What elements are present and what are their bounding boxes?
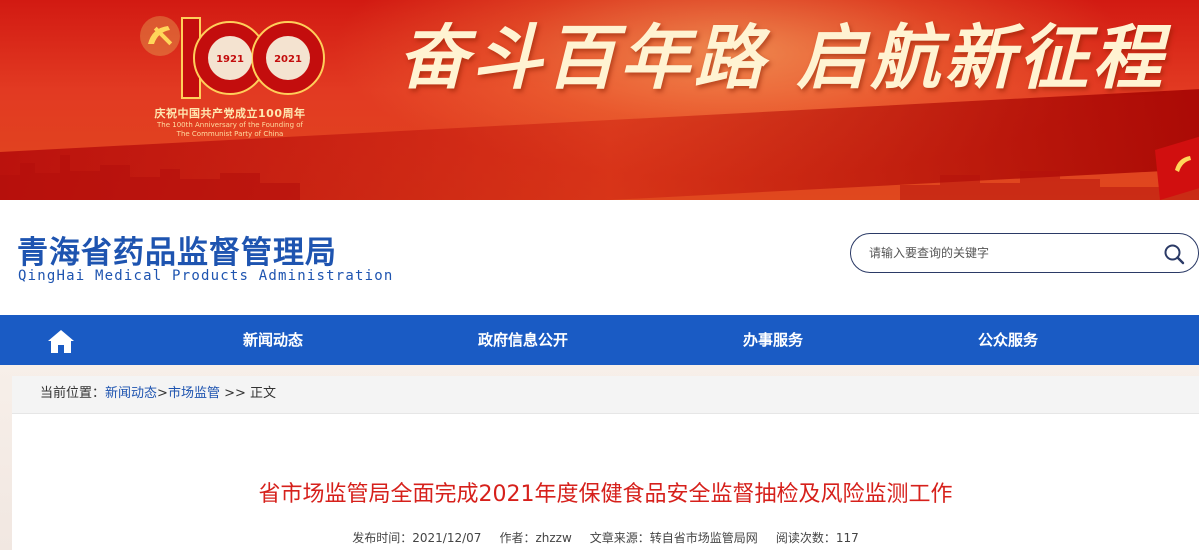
- site-title[interactable]: 青海省药品监督管理局: [17, 227, 337, 272]
- nav-item-services[interactable]: 办事服务: [743, 315, 803, 365]
- meta-author-label: 作者：: [499, 531, 536, 545]
- banner-slogan: 奋斗百年路 启航新征程: [398, 16, 1167, 99]
- meta-views: 117: [835, 531, 859, 545]
- meta-source: 转自省市场监管局网: [649, 531, 758, 545]
- meta-author: zhzzw: [535, 531, 572, 545]
- site-subtitle: QingHai Medical Products Administration: [18, 268, 394, 284]
- meta-source-label: 文章来源：: [589, 531, 650, 545]
- meta-views-label: 阅读次数：: [775, 531, 836, 545]
- hammer-sickle-icon: [140, 16, 180, 56]
- breadcrumb-link-news[interactable]: 新闻动态: [105, 386, 157, 401]
- meta-date: 2021/12/07: [412, 531, 482, 545]
- site-header: 青海省药品监督管理局 QingHai Medical Products Admi…: [0, 200, 1199, 315]
- breadcrumb-prefix: 当前位置：: [40, 386, 106, 401]
- party-flag-icon: [1155, 136, 1199, 200]
- search-icon[interactable]: [1162, 242, 1186, 266]
- anniversary-caption: 庆祝中国共产党成立100周年 The 100th Anniversary of …: [125, 105, 335, 139]
- breadcrumb-sep: >: [157, 386, 168, 401]
- logo-year-start: 1921: [216, 54, 244, 65]
- breadcrumb-link-market[interactable]: 市场监管: [168, 386, 220, 401]
- breadcrumb: 当前位置：新闻动态>市场监管 >> 正文: [12, 376, 1199, 414]
- main-nav: 新闻动态 政府信息公开 办事服务 公众服务: [0, 315, 1199, 365]
- logo-year-end: 2021: [274, 54, 302, 65]
- nav-item-public[interactable]: 公众服务: [978, 315, 1038, 365]
- home-icon[interactable]: [47, 328, 75, 354]
- anniversary-cn: 庆祝中国共产党成立100周年: [154, 107, 306, 120]
- nav-item-news[interactable]: 新闻动态: [243, 315, 303, 365]
- anniversary-en-line1: The 100th Anniversary of the Founding of: [157, 121, 303, 129]
- nav-item-gov-info[interactable]: 政府信息公开: [478, 315, 568, 365]
- article-panel: 当前位置：新闻动态>市场监管 >> 正文 省市场监管局全面完成2021年度保健食…: [12, 376, 1199, 550]
- banner-skyline: [0, 155, 1199, 200]
- meta-date-label: 发布时间：: [352, 531, 413, 545]
- article-title: 省市场监管局全面完成2021年度保健食品安全监督抽检及风险监测工作: [258, 482, 953, 507]
- top-banner: 1921 2021 庆祝中国共产党成立100周年 The 100th Anniv…: [0, 0, 1199, 200]
- anniversary-en-line2: The Communist Party of China: [176, 130, 284, 138]
- article-meta: 发布时间：2021/12/07 作者：zhzzw 文章来源：转自省市场监管局网 阅读次…: [12, 529, 1199, 546]
- search-box: [850, 233, 1199, 273]
- search-input[interactable]: [869, 243, 1149, 263]
- breadcrumb-current: 正文: [250, 386, 277, 401]
- breadcrumb-sep: >>: [219, 386, 251, 401]
